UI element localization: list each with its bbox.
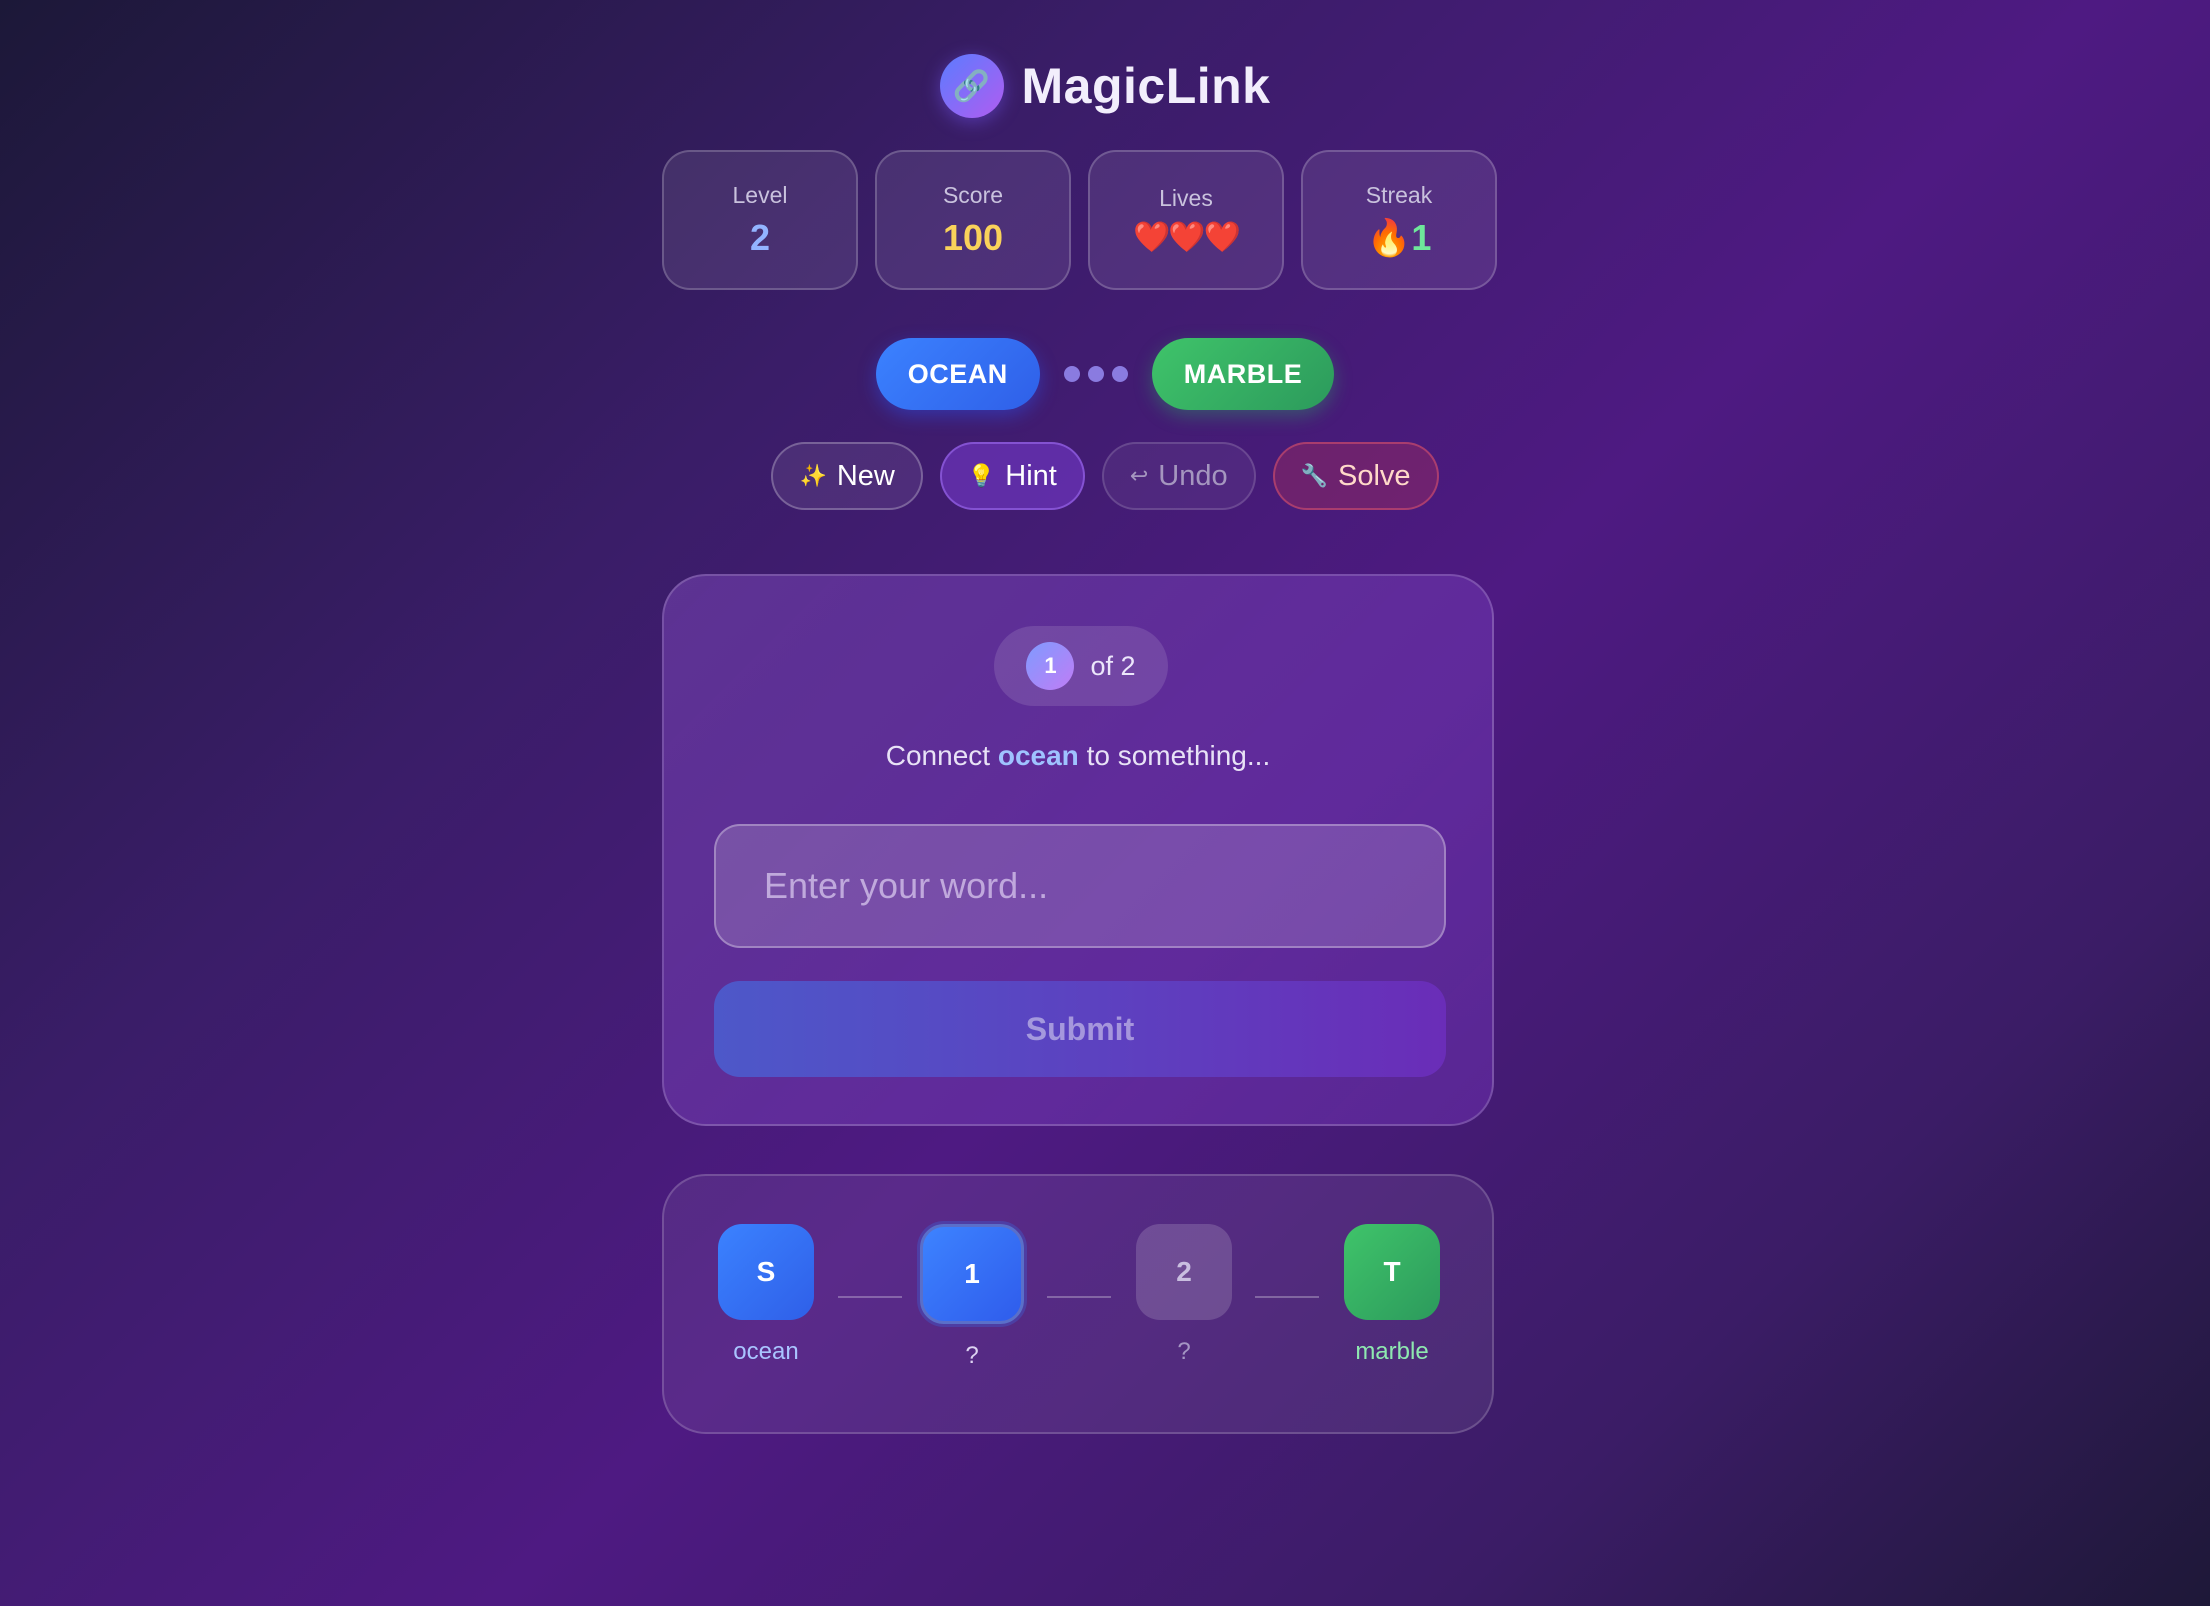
chain-node-step-2: 2 ? bbox=[1136, 1224, 1232, 1366]
chain-node-start: S ocean bbox=[718, 1224, 814, 1366]
submit-button[interactable]: Submit bbox=[714, 981, 1446, 1077]
hint-button[interactable]: 💡 Hint bbox=[939, 442, 1085, 510]
wrench-icon: 🔧 bbox=[1300, 463, 1329, 488]
step-indicator: 1 of 2 bbox=[994, 626, 1168, 706]
chain-node-target: T marble bbox=[1344, 1224, 1440, 1366]
step-number: 1 bbox=[1026, 642, 1075, 690]
prompt-prefix: Connect bbox=[885, 740, 991, 771]
step-total: of 2 bbox=[1090, 650, 1136, 681]
chain-node-label: ocean bbox=[733, 1338, 799, 1365]
chain-connector bbox=[838, 1296, 902, 1298]
chain-node-badge: T bbox=[1344, 1224, 1440, 1320]
undo-button[interactable]: ↩ Undo bbox=[1101, 442, 1256, 510]
dot bbox=[1111, 366, 1128, 382]
chain-progress: S ocean 1 ? 2 ? T marble bbox=[662, 1174, 1494, 1434]
stat-level-value: 2 bbox=[749, 216, 771, 258]
stat-streak-value: 🔥1 bbox=[1366, 216, 1432, 258]
word-endpoints: OCEAN MARBLE bbox=[0, 338, 2210, 410]
chain-node-label: marble bbox=[1355, 1338, 1429, 1365]
ellipsis-dots-icon bbox=[1063, 366, 1128, 382]
lightbulb-icon: 💡 bbox=[967, 463, 996, 488]
action-bar: ✨ New 💡 Hint ↩ Undo 🔧 Solve bbox=[0, 442, 2210, 510]
solve-button[interactable]: 🔧 Solve bbox=[1272, 442, 1439, 510]
chain-node-badge: 1 bbox=[920, 1224, 1024, 1324]
stats-bar: Level 2 Score 100 Lives ❤️❤️❤️ Streak 🔥1 bbox=[662, 150, 1497, 290]
stat-streak: Streak 🔥1 bbox=[1301, 150, 1497, 290]
stat-lives: Lives ❤️❤️❤️ bbox=[1088, 150, 1284, 290]
undo-button-label: Undo bbox=[1158, 459, 1228, 492]
chain-node-badge: S bbox=[718, 1224, 814, 1320]
word-input[interactable] bbox=[714, 824, 1446, 948]
link-icon: 🔗 bbox=[939, 54, 1004, 118]
chain-node-step-1: 1 ? bbox=[920, 1224, 1024, 1370]
app-header: 🔗 MagicLink bbox=[0, 54, 2210, 118]
prompt-word: ocean bbox=[997, 740, 1079, 771]
target-word-pill: MARBLE bbox=[1151, 338, 1335, 410]
chain-connector bbox=[1047, 1296, 1111, 1298]
solve-button-label: Solve bbox=[1338, 459, 1411, 492]
stat-level: Level 2 bbox=[662, 150, 858, 290]
chain-connector bbox=[1255, 1296, 1319, 1298]
dot bbox=[1063, 366, 1080, 382]
hearts-icon: ❤️❤️❤️ bbox=[1132, 221, 1241, 254]
start-word-pill: OCEAN bbox=[875, 338, 1040, 410]
chain-node-label: ? bbox=[965, 1342, 979, 1369]
chain-node-label: ? bbox=[1177, 1338, 1191, 1365]
puzzle-prompt: Connect ocean to something... bbox=[664, 740, 1492, 772]
stat-streak-label: Streak bbox=[1365, 181, 1433, 208]
app-title: MagicLink bbox=[1021, 58, 1271, 114]
stat-score-value: 100 bbox=[942, 216, 1004, 258]
stat-score-label: Score bbox=[942, 181, 1004, 208]
new-button[interactable]: ✨ New bbox=[771, 442, 923, 510]
hint-button-label: Hint bbox=[1005, 459, 1057, 492]
prompt-suffix: to something... bbox=[1086, 740, 1271, 771]
new-button-label: New bbox=[836, 459, 895, 492]
stat-level-label: Level bbox=[732, 181, 788, 208]
dot bbox=[1087, 366, 1104, 382]
stat-score: Score 100 bbox=[875, 150, 1071, 290]
sparkles-icon: ✨ bbox=[799, 463, 827, 488]
stat-lives-label: Lives bbox=[1159, 185, 1213, 211]
undo-arrow-icon: ↩ bbox=[1129, 463, 1149, 488]
puzzle-card: 1 of 2 Connect ocean to something... Sub… bbox=[662, 574, 1494, 1126]
chain-node-badge: 2 bbox=[1136, 1224, 1232, 1320]
